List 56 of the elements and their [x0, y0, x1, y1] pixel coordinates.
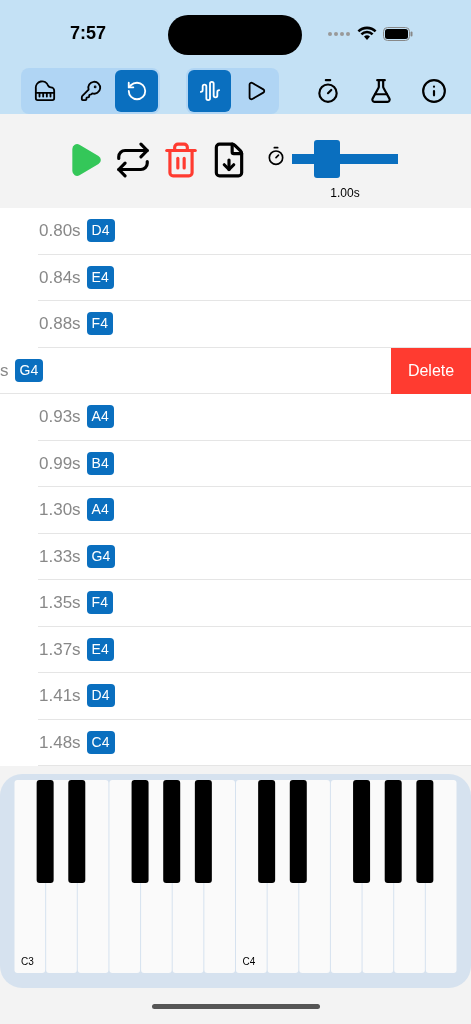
- note-name: C4: [86, 730, 115, 754]
- note-row[interactable]: 0.93s A4: [38, 394, 471, 441]
- note-name: D4: [86, 684, 115, 708]
- note-time: 1.35s: [39, 592, 81, 614]
- timer-icon: [315, 77, 341, 104]
- note-name: F4: [86, 312, 113, 336]
- status-time: 7:57: [70, 22, 107, 45]
- note-row[interactable]: 1.37s E4: [38, 626, 471, 673]
- note-name: A4: [86, 498, 114, 522]
- note-time: 0.93s: [39, 406, 81, 428]
- battery-icon: [383, 26, 413, 41]
- note-time: 1.30s: [39, 499, 81, 521]
- note-time: 1.48s: [39, 731, 81, 754]
- note-row[interactable]: 0.99s B4: [38, 440, 471, 487]
- undo-icon: [125, 79, 148, 102]
- note-row[interactable]: 1.33s G4: [38, 533, 471, 580]
- info-icon: [421, 77, 447, 104]
- note-row[interactable]: 1.41s D4: [38, 673, 471, 720]
- timer-icon: [266, 146, 286, 166]
- note-row[interactable]: 0.84s E4: [38, 254, 471, 301]
- signal-icon: [327, 30, 351, 37]
- flask-icon: [368, 77, 394, 104]
- note-name: G4: [86, 544, 116, 568]
- note-row[interactable]: 1.35s F4: [38, 580, 471, 627]
- waveform-icon: [198, 79, 221, 102]
- note-name: F4: [86, 591, 113, 615]
- wifi-icon: [357, 26, 377, 41]
- piano-icon: [33, 79, 56, 102]
- slider-value: 1.00s: [330, 185, 360, 202]
- note-row[interactable]: 0.88s F4: [38, 301, 471, 348]
- note-name: E4: [86, 637, 114, 661]
- slider-thumb[interactable]: [314, 140, 341, 178]
- trash-icon: [162, 141, 200, 179]
- note-row[interactable]: 0.80s D4: [38, 208, 471, 255]
- note-name: A4: [86, 405, 114, 429]
- note-time: 0.80s: [39, 220, 81, 242]
- delete-button[interactable]: Delete: [391, 347, 471, 394]
- note-time: s: [0, 359, 9, 382]
- note-name: B4: [86, 451, 114, 475]
- note-row[interactable]: 1.30s A4: [38, 487, 471, 534]
- note-time: 1.37s: [39, 638, 81, 661]
- note-time: 0.99s: [39, 452, 81, 475]
- note-name: D4: [86, 219, 115, 243]
- key-label: C3: [21, 955, 34, 969]
- note-time: 0.88s: [39, 313, 81, 335]
- piano-keys-drawing[interactable]: [14, 780, 457, 973]
- repeat-icon: [114, 141, 152, 179]
- note-row[interactable]: 1.48s C4: [38, 719, 471, 766]
- note-time: 1.41s: [39, 685, 81, 707]
- note-name: G4: [14, 358, 44, 382]
- note-time: 0.84s: [39, 266, 81, 289]
- note-time: 1.33s: [39, 545, 81, 568]
- note-name: E4: [86, 265, 114, 289]
- key-label: C4: [242, 955, 256, 969]
- key-icon: [79, 79, 102, 102]
- note-row[interactable]: s G4: [0, 347, 391, 394]
